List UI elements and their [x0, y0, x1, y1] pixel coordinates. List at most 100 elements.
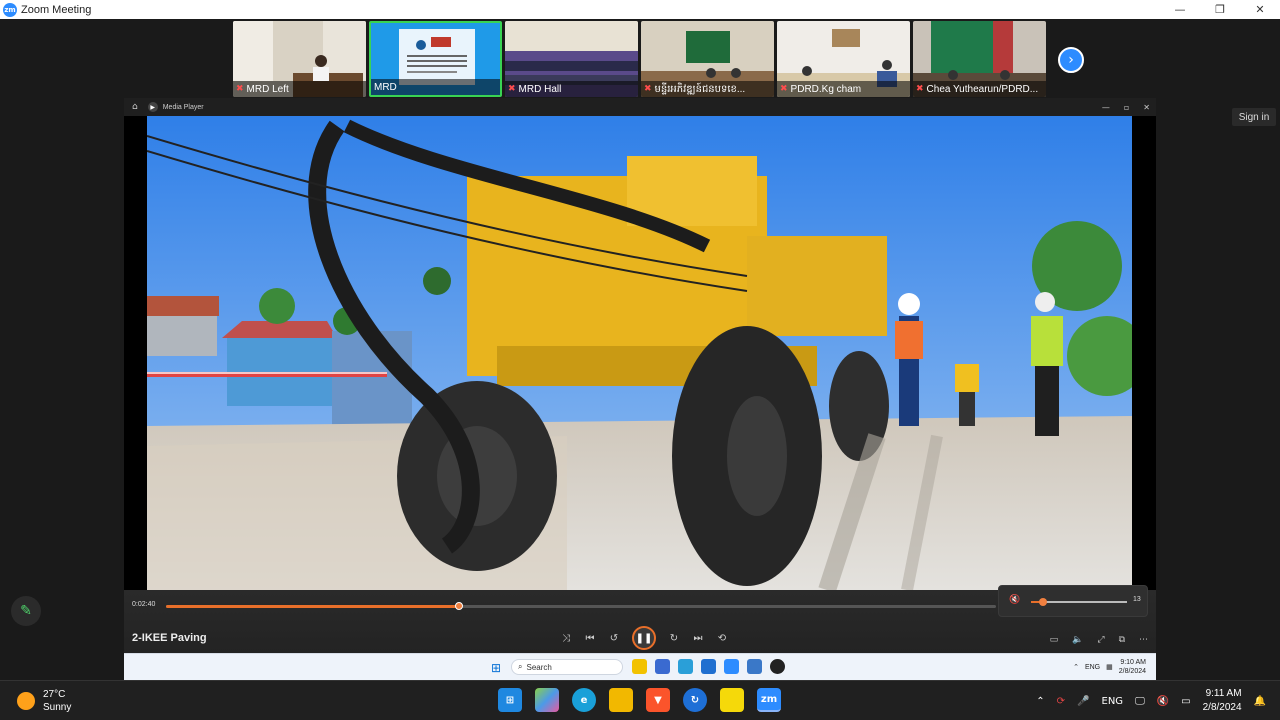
participant-name: ✖ MRD Left [233, 81, 366, 97]
repeat-off-icon[interactable]: ⟲ [716, 633, 728, 644]
seek-handle[interactable] [454, 602, 463, 610]
close-button[interactable]: ✕ [1240, 0, 1280, 19]
copilot-icon[interactable] [535, 688, 559, 712]
maximize-button[interactable]: ❐ [1200, 0, 1240, 19]
home-icon[interactable]: ⌂ [132, 102, 138, 112]
participant-tile[interactable]: ✖ MRD Hall [505, 21, 638, 97]
speaker-muted-icon[interactable]: 🔇 [1157, 696, 1169, 707]
network-icon[interactable]: ▦ [1106, 663, 1113, 671]
rewind-icon[interactable]: ↺ [608, 633, 620, 644]
volume-icon[interactable]: 🔈 [1072, 635, 1083, 645]
volume-value: 13 [1133, 596, 1141, 603]
sun-icon [17, 692, 35, 710]
maximize-icon[interactable]: ▫ [1124, 103, 1129, 112]
remote-date: 2/8/2024 [1118, 668, 1146, 675]
sticky-notes-icon[interactable] [720, 688, 744, 712]
speaker-mute-icon[interactable]: 🔇 [1009, 595, 1020, 605]
chevron-up-icon[interactable]: ⌃ [1036, 696, 1044, 707]
participant-tile-active[interactable]: MRD [369, 21, 502, 97]
zoom-title-bar: zm Zoom Meeting — ❐ ✕ [0, 0, 1280, 19]
more-options-icon[interactable]: ⋯ [1139, 635, 1148, 645]
mic-muted-icon: ✖ [780, 84, 788, 94]
language-indicator[interactable]: ENG [1102, 696, 1124, 707]
media-player-name: Media Player [162, 103, 204, 111]
weather-desc: Sunny [43, 702, 72, 713]
view-controls: ▭ 🔈 ⤢ ⧉ ⋯ [1050, 635, 1148, 645]
participant-strip: ✖ MRD Left MRD ✖ MRD Hall ✖ មន្ទីរអភិវឌ្… [233, 21, 1046, 97]
media-player-app-icon[interactable] [770, 659, 785, 674]
participant-tile[interactable]: ✖ MRD Left [233, 21, 366, 97]
windows-taskbar: 27°C Sunny ⊞ e ▼ ↻ zm ⌃ ⟳ 🎤 ENG 🖵 🔇 ▭ 9:… [0, 680, 1280, 720]
window-controls: — ❐ ✕ [1160, 0, 1280, 19]
video-frame[interactable] [147, 116, 1132, 590]
previous-icon[interactable]: ⏮ [584, 633, 596, 644]
participant-name: ✖ Chea Yuthearun/PDRD... [913, 81, 1046, 97]
quick-assist-icon[interactable]: ↻ [683, 688, 707, 712]
monitor-icon[interactable]: 🖵 [1135, 696, 1145, 707]
close-icon[interactable]: ✕ [1143, 103, 1150, 112]
windows-start-icon[interactable]: ⊞ [491, 661, 501, 675]
chevron-up-icon[interactable]: ⌃ [1073, 663, 1079, 671]
shuffle-icon[interactable]: ⤨ [560, 633, 572, 644]
notification-icon[interactable]: 🔔 [1254, 696, 1266, 707]
battery-icon[interactable]: ▭ [1181, 696, 1190, 707]
remote-taskbar: ⊞ ⌕ Search ⌃ ENG ▦ 9:10 AM 2/8/2024 [124, 653, 1156, 680]
remote-time: 9:10 AM [1120, 659, 1146, 666]
seek-bar[interactable] [166, 602, 996, 610]
store-icon[interactable] [655, 659, 670, 674]
minimize-button[interactable]: — [1160, 0, 1200, 19]
current-time: 0:02:40 [132, 601, 156, 608]
next-icon[interactable]: ⏭ [692, 633, 704, 644]
next-participants-icon[interactable]: › [1058, 47, 1084, 73]
volume-slider[interactable] [1031, 598, 1127, 606]
cast-icon[interactable]: ⧉ [1119, 635, 1125, 645]
weather-temp: 27°C [43, 689, 66, 700]
file-explorer-icon[interactable] [609, 688, 633, 712]
volume-popup: 🔇 13 [998, 585, 1148, 617]
participant-name: ✖ PDRD.Kg cham [777, 81, 910, 97]
volume-handle[interactable] [1039, 598, 1048, 606]
pause-button[interactable]: ❚❚ [632, 626, 656, 650]
mic-muted-icon: ✖ [236, 84, 244, 94]
zoom-app-icon[interactable]: zm [757, 688, 781, 712]
video-title: 2-IKEE Paving [132, 632, 207, 644]
pencil-icon[interactable]: ✎ [11, 596, 41, 626]
shared-screen: ⌂ ▶ Media Player — ▫ ✕ 0:02:40 🔇 13 2-IK… [124, 98, 1156, 680]
zoom-icon[interactable] [724, 659, 739, 674]
media-controls: 0:02:40 🔇 13 2-IKEE Paving ⤨ ⏮ ↺ ❚❚ ↻ ⏭ … [124, 585, 1156, 680]
participant-name: ✖ MRD Hall [505, 81, 638, 97]
playback-controls: ⤨ ⏮ ↺ ❚❚ ↻ ⏭ ⟲ [560, 626, 728, 650]
remote-clock[interactable]: 9:10 AM 2/8/2024 [1119, 658, 1146, 676]
participant-tile[interactable]: ✖ Chea Yuthearun/PDRD... [913, 21, 1046, 97]
brave-icon[interactable]: ▼ [646, 688, 670, 712]
edge-icon[interactable]: e [572, 688, 596, 712]
file-explorer-icon[interactable] [632, 659, 647, 674]
search-icon: ⌕ [518, 662, 523, 671]
fullscreen-icon[interactable]: ⤢ [1097, 635, 1104, 645]
forward-icon[interactable]: ↻ [668, 633, 680, 644]
miniplayer-icon[interactable]: ▭ [1050, 635, 1059, 645]
sign-in-button[interactable]: Sign in [1232, 108, 1276, 126]
weather-widget[interactable]: 27°C Sunny [17, 688, 71, 714]
edge-icon[interactable] [678, 659, 693, 674]
photos-icon[interactable] [747, 659, 762, 674]
clock[interactable]: 9:11 AM 2/8/2024 [1203, 687, 1242, 715]
media-player-title-bar: ⌂ ▶ Media Player — ▫ ✕ [124, 98, 1156, 116]
remote-search-box[interactable]: ⌕ Search [511, 659, 623, 675]
media-player-window-controls: — ▫ ✕ [1102, 98, 1150, 116]
window-title: Zoom Meeting [21, 3, 92, 16]
minimize-icon[interactable]: — [1102, 103, 1110, 112]
start-icon[interactable]: ⊞ [498, 688, 522, 712]
sync-icon[interactable]: ⟳ [1057, 696, 1065, 707]
microphone-icon[interactable]: 🎤 [1077, 696, 1089, 707]
zoom-logo-icon: zm [3, 2, 17, 17]
video-scene [147, 116, 1132, 590]
remote-language[interactable]: ENG [1085, 664, 1100, 671]
remote-system-tray: ⌃ ENG ▦ 9:10 AM 2/8/2024 [1073, 658, 1146, 676]
participant-name: MRD [371, 79, 500, 95]
participant-tile[interactable]: ✖ មន្ទីរអភិវឌ្ឍន៍ជនបទខេ... [641, 21, 774, 97]
pinned-apps: ⊞ e ▼ ↻ zm [498, 688, 781, 712]
mic-muted-icon: ✖ [508, 84, 516, 94]
participant-tile[interactable]: ✖ PDRD.Kg cham [777, 21, 910, 97]
mail-icon[interactable] [701, 659, 716, 674]
